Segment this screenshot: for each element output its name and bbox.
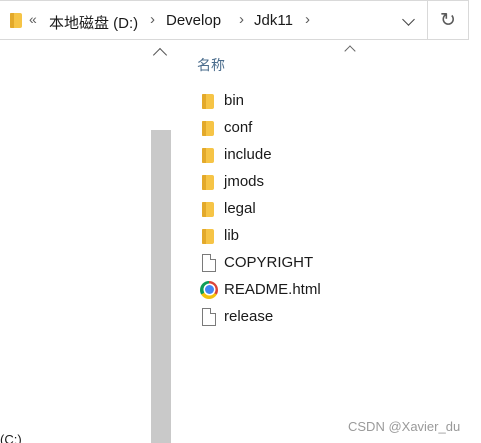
refresh-button[interactable]: ↻ (428, 0, 469, 40)
folder-icon (198, 145, 218, 165)
refresh-icon: ↻ (440, 9, 456, 31)
list-item[interactable]: lib (198, 222, 438, 249)
file-name: jmods (224, 173, 265, 190)
chrome-icon (198, 280, 218, 300)
breadcrumb-develop[interactable]: Develop (166, 12, 221, 29)
list-item[interactable]: COPYRIGHT (198, 249, 438, 276)
breadcrumb-separator-icon[interactable]: › (150, 11, 155, 28)
list-item[interactable]: include (198, 141, 438, 168)
nav-scrollbar-thumb[interactable] (151, 130, 171, 443)
overflow-chevron-icon[interactable]: « (29, 11, 37, 27)
file-name: README.html (224, 281, 321, 298)
list-item[interactable]: README.html (198, 276, 438, 303)
file-explorer: « 本地磁盘 (D:) › Develop › Jdk11 › ↻ 名称 bin… (0, 0, 481, 443)
folder-icon (198, 172, 218, 192)
watermark: CSDN @Xavier_du (348, 419, 461, 434)
folder-icon (198, 226, 218, 246)
list-item[interactable]: release (198, 303, 438, 330)
breadcrumb-separator-icon[interactable]: › (239, 11, 244, 28)
file-name: legal (224, 200, 256, 217)
file-name: release (224, 308, 274, 325)
folder-icon (198, 199, 218, 219)
address-bar[interactable]: « 本地磁盘 (D:) › Develop › Jdk11 › (0, 0, 428, 40)
list-item[interactable]: legal (198, 195, 438, 222)
address-dropdown-chevron-icon[interactable] (402, 13, 415, 26)
document-icon (198, 307, 218, 327)
column-header-name[interactable]: 名称 (197, 55, 225, 75)
breadcrumb-separator-icon[interactable]: › (305, 11, 310, 28)
folder-icon (10, 13, 22, 28)
breadcrumb-jdk11[interactable]: Jdk11 (254, 12, 293, 29)
breadcrumb-drive[interactable]: 本地磁盘 (D:) (49, 12, 138, 33)
folder-icon (198, 91, 218, 111)
file-list: bin conf include jmods legal lib COPYRIG… (198, 87, 438, 330)
list-item[interactable]: jmods (198, 168, 438, 195)
folder-icon (198, 118, 218, 138)
file-name: conf (224, 119, 253, 136)
nav-pane-item-partial[interactable]: (C:) (0, 432, 22, 443)
sort-ascending-icon (344, 45, 356, 57)
list-item[interactable]: bin (198, 87, 438, 114)
document-icon (198, 253, 218, 273)
file-name: include (224, 146, 272, 163)
list-item[interactable]: conf (198, 114, 438, 141)
file-name: bin (224, 92, 245, 109)
file-name: COPYRIGHT (224, 254, 314, 271)
file-name: lib (224, 227, 240, 244)
